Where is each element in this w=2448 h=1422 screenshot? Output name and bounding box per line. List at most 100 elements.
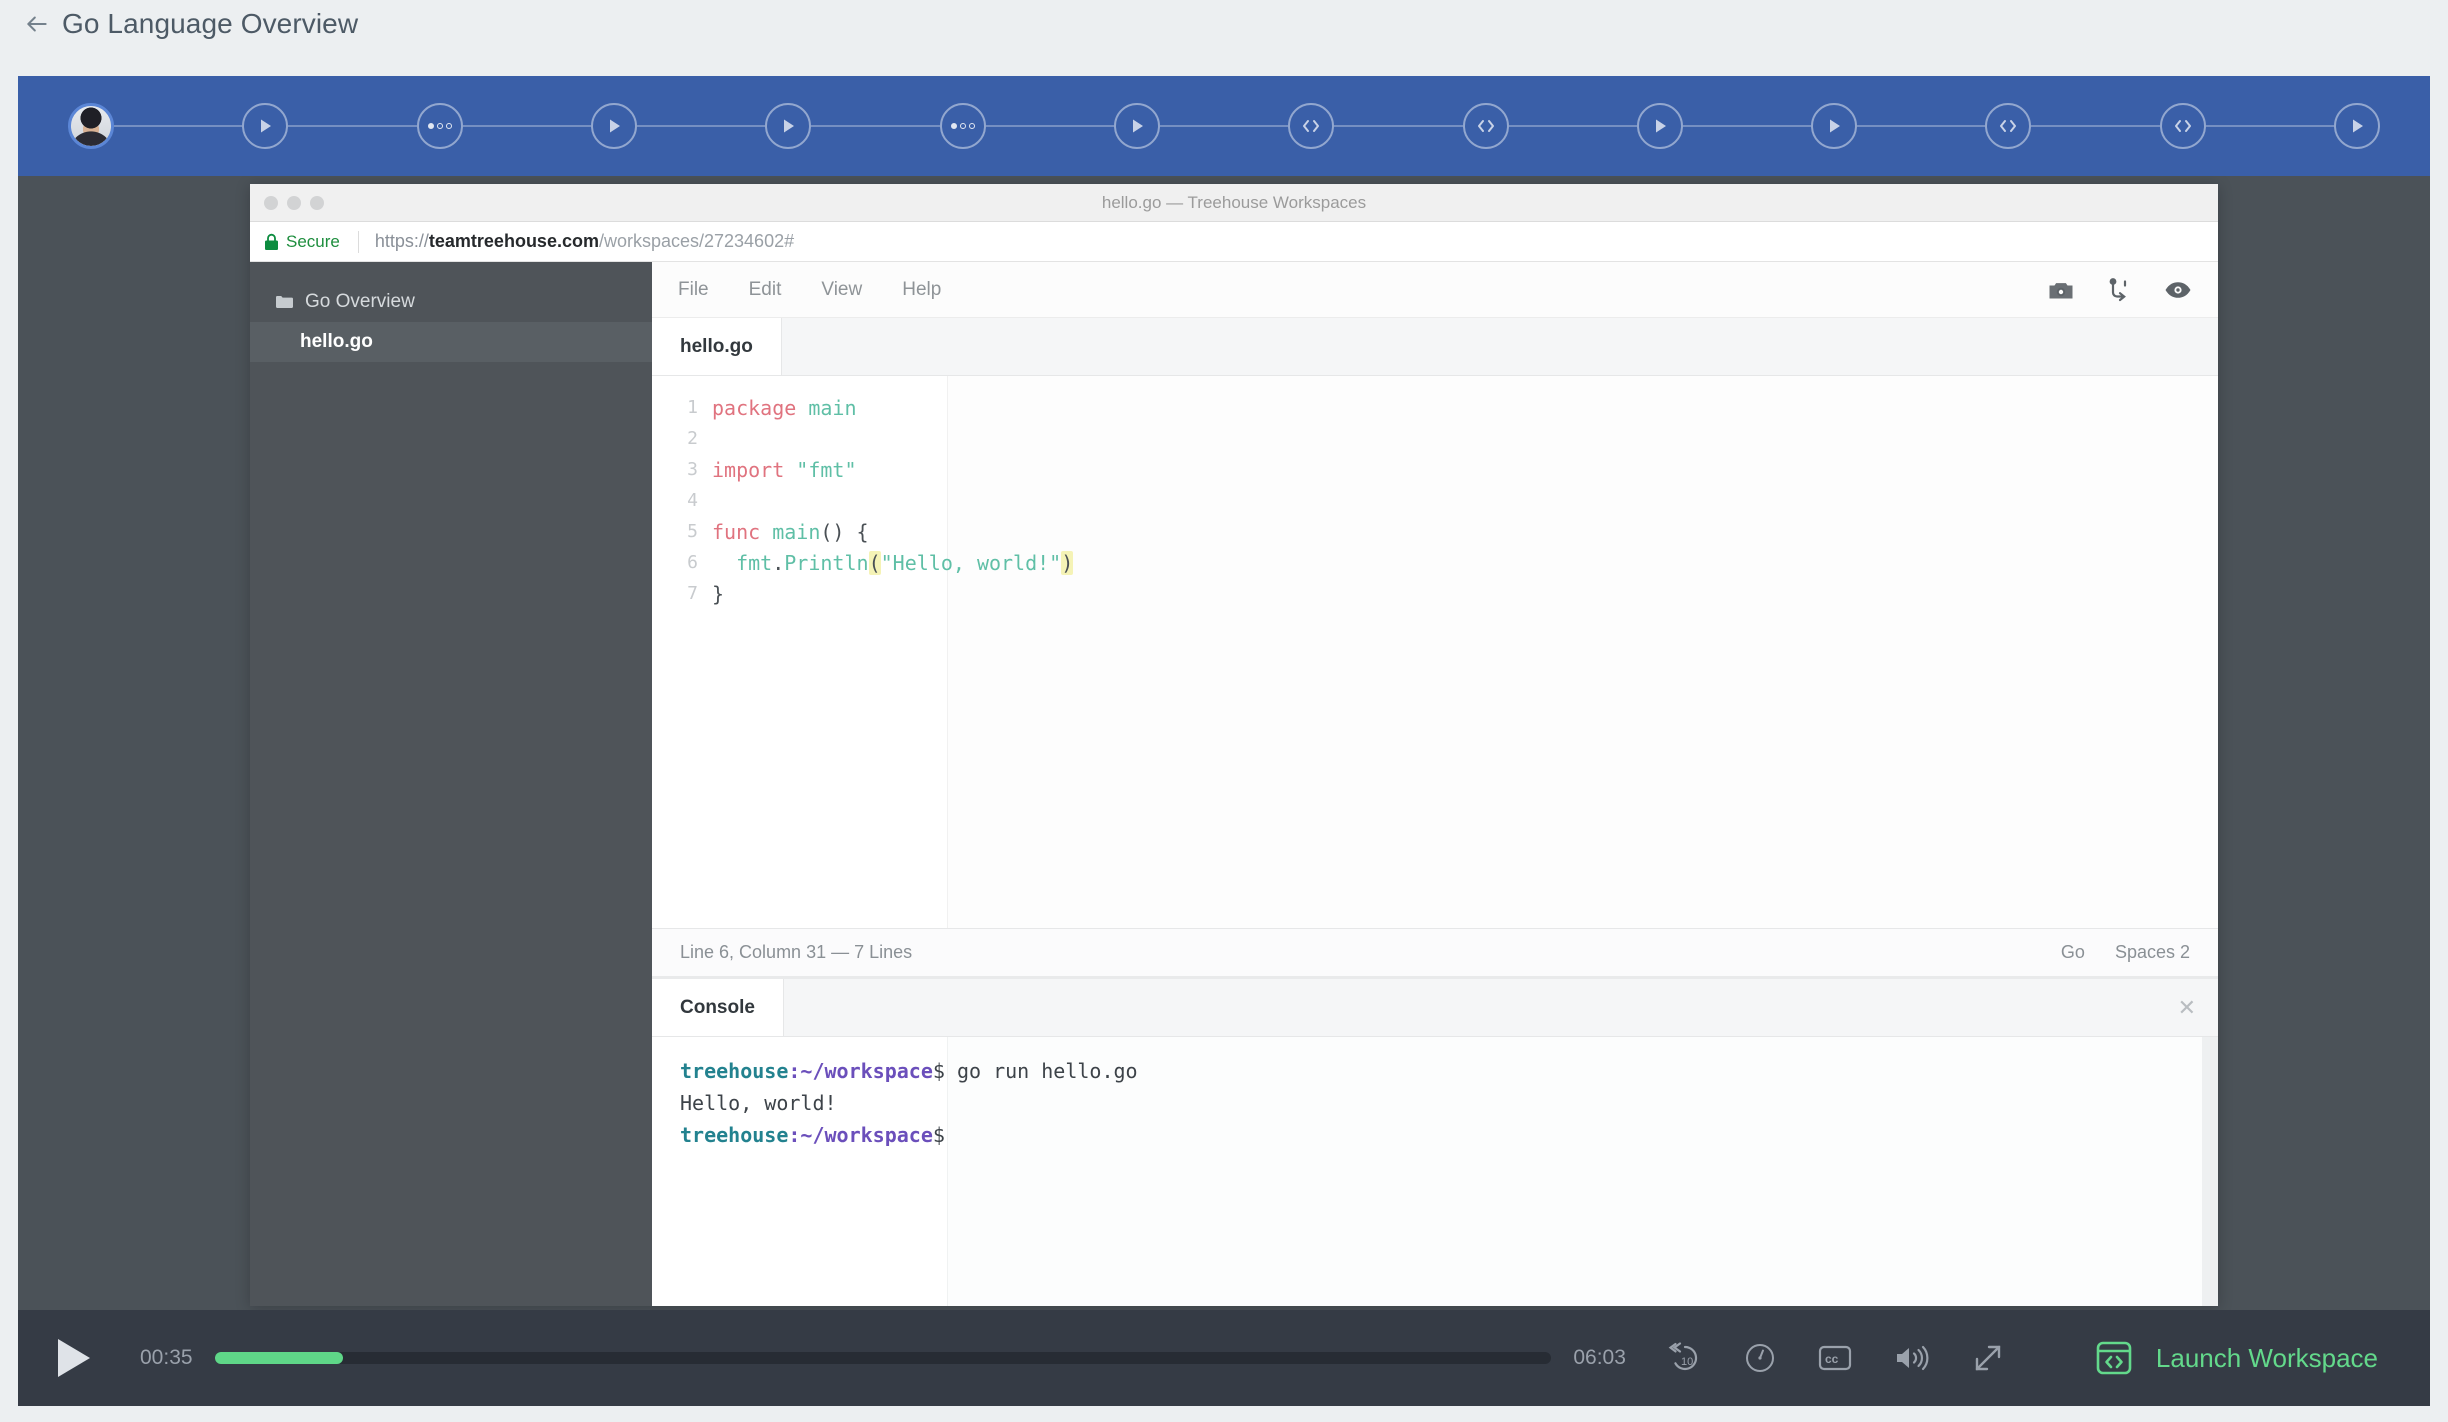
quiz-dots-icon	[427, 123, 452, 129]
stepper-step-play[interactable]	[1113, 103, 1160, 149]
scrubber-fill	[214, 1352, 343, 1364]
code-token: func	[712, 519, 773, 544]
code-line: 5 func main() {	[652, 516, 2218, 547]
code-text: import "fmt"	[712, 458, 857, 482]
stepper-step-code[interactable]	[2159, 103, 2206, 149]
stepper-connector	[2205, 125, 2335, 127]
menu-view[interactable]: View	[821, 279, 862, 301]
file-tree-folder-go-overview[interactable]: Go Overview	[250, 282, 652, 322]
menu-file[interactable]: File	[678, 279, 709, 301]
editor-indent[interactable]: Spaces 2	[2115, 942, 2190, 963]
code-text: package main	[712, 396, 857, 420]
code-token: main	[808, 395, 857, 420]
stepper-connector	[2031, 125, 2160, 127]
code-token: main	[772, 519, 821, 544]
arrow-left-icon[interactable]	[20, 7, 54, 41]
console-output[interactable]: treehouse:~/workspace$ go run hello.go He…	[652, 1037, 2218, 1306]
video-stage[interactable]: hello.go — Treehouse Workspaces Secure h…	[18, 176, 2430, 1310]
console-line: treehouse:~/workspace$ go run hello.go	[652, 1055, 2218, 1087]
sidebar-item-instructor-avatar[interactable]	[68, 103, 114, 149]
console-line: Hello, world!	[680, 1091, 837, 1115]
stepper-step-play[interactable]	[590, 103, 637, 149]
console-lines: treehouse:~/workspace$ go run hello.go He…	[652, 1055, 2218, 1151]
stepper-step-code[interactable]	[1288, 103, 1335, 149]
closed-captions-icon[interactable]: cc	[1818, 1344, 1852, 1372]
rewind-10-icon[interactable]: 10	[1668, 1341, 1702, 1375]
code-token: Println	[784, 550, 869, 575]
console-tab[interactable]: Console	[652, 979, 784, 1036]
code-token: () {	[820, 519, 869, 544]
cursor-position: Line 6, Column 31 — 7 Lines	[680, 942, 913, 962]
code-editor[interactable]: 1 package main 2 3 import "fmt" 4 5 func main()…	[652, 376, 2218, 928]
line-number: 6	[687, 552, 698, 573]
url-path: /workspaces/27234602#	[598, 231, 795, 251]
lock-icon	[264, 233, 279, 251]
stepper-connector	[985, 125, 1114, 127]
eye-icon[interactable]	[2164, 280, 2192, 300]
code-line: 1 package main	[652, 392, 2218, 423]
code-text: fmt.Println("Hello, world!")	[712, 550, 1074, 575]
console-tabstrip: Console ✕	[652, 979, 2218, 1037]
stepper-step-play[interactable]	[242, 103, 289, 149]
svg-text:cc: cc	[1825, 1352, 1839, 1366]
stepper-connector	[1159, 125, 1289, 127]
matching-bracket: (	[868, 550, 881, 575]
close-icon[interactable]: ✕	[2178, 995, 2196, 1021]
line-number: 3	[687, 459, 698, 480]
folder-icon	[276, 295, 293, 309]
console-host: treehouse	[680, 1059, 789, 1083]
stepper-step-play[interactable]	[1636, 103, 1683, 149]
stepper-step-play[interactable]	[765, 103, 812, 149]
fullscreen-icon[interactable]	[1972, 1342, 2004, 1374]
code-text: }	[712, 582, 724, 606]
line-number: 1	[687, 397, 698, 418]
avatar	[71, 106, 111, 146]
stepper-step-code[interactable]	[1462, 103, 1509, 149]
menu-help[interactable]: Help	[902, 279, 941, 301]
code-text: func main() {	[712, 520, 869, 544]
git-branch-icon[interactable]	[2108, 277, 2130, 302]
editor-language[interactable]: Go	[2061, 942, 2085, 963]
stepper-connector	[288, 125, 417, 127]
stepper-connector	[462, 125, 591, 127]
camera-icon[interactable]	[2048, 279, 2074, 301]
code-token: "Hello, world!"	[880, 550, 1062, 575]
browser-urlbar[interactable]: Secure https://teamtreehouse.com/workspa…	[250, 222, 2218, 262]
scrubber-track[interactable]	[214, 1352, 1552, 1364]
code-line: 2	[652, 423, 2218, 454]
code-token: .	[772, 550, 785, 575]
page-title: Go Language Overview	[62, 8, 359, 39]
stepper-step-quiz[interactable]	[939, 103, 986, 149]
console-tab-label: Console	[680, 996, 755, 1018]
browser-window: hello.go — Treehouse Workspaces Secure h…	[250, 184, 2218, 1306]
quiz-dots-icon	[950, 123, 975, 129]
code-window-icon	[2094, 1338, 2134, 1378]
stepper-connector	[1857, 125, 1986, 127]
time-total: 06:03	[1573, 1346, 1626, 1369]
launch-workspace-button[interactable]: Launch Workspace	[2054, 1310, 2430, 1406]
stepper-step-play[interactable]	[1811, 103, 1858, 149]
code-token: fmt	[712, 550, 773, 575]
workspace-body: Go Overview hello.go File Edit View Help	[250, 262, 2218, 1306]
workspace-file-tree: Go Overview hello.go	[250, 262, 652, 1306]
volume-icon[interactable]	[1894, 1343, 1930, 1373]
stepper-step-quiz[interactable]	[416, 103, 463, 149]
file-tree-item-hello-go[interactable]: hello.go	[250, 322, 652, 362]
editor-tab-hello-go[interactable]: hello.go	[652, 318, 782, 375]
stepper-step-play[interactable]	[2334, 103, 2381, 149]
line-number: 5	[687, 521, 698, 542]
file-tree-folder-label: Go Overview	[305, 291, 415, 312]
time-current: 00:35	[140, 1346, 193, 1369]
secure-label: Secure	[286, 231, 340, 251]
file-tree-item-label: hello.go	[300, 331, 373, 352]
stepper-step-code[interactable]	[1985, 103, 2032, 149]
url-text[interactable]: https://teamtreehouse.com/workspaces/272…	[375, 231, 794, 252]
code-line: 3 import "fmt"	[652, 454, 2218, 485]
video-controls: 00:35 06:03 10 cc Launch Workspace	[18, 1310, 2430, 1406]
urlbar-divider	[357, 230, 359, 253]
playback-speed-icon[interactable]	[1744, 1342, 1776, 1374]
play-icon[interactable]	[54, 1336, 94, 1380]
stepper-connector	[1334, 125, 1463, 127]
menu-edit[interactable]: Edit	[749, 279, 782, 301]
matching-bracket: )	[1061, 550, 1074, 575]
